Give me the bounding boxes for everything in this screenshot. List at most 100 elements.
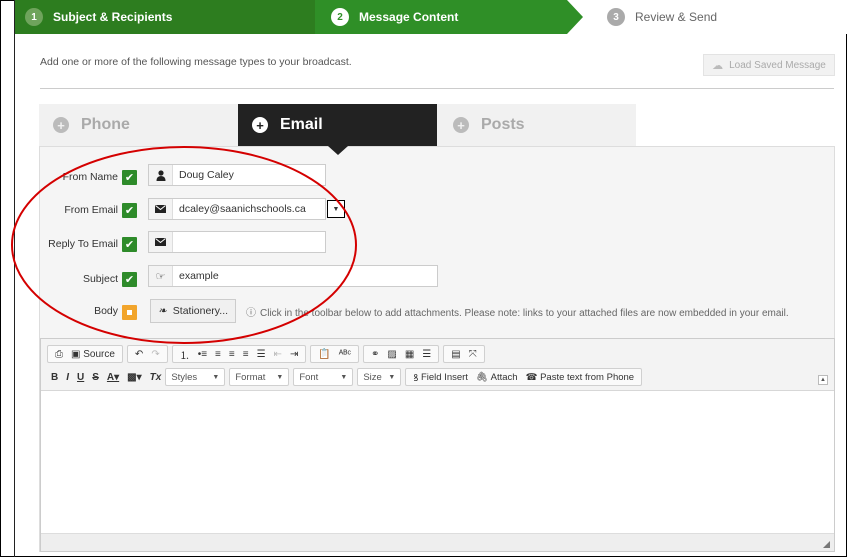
from-name-field[interactable]: Doug Caley	[148, 164, 326, 186]
chevron-down-icon: ▼	[276, 373, 284, 381]
collapse-toolbar-icon[interactable]: ▲	[818, 375, 828, 385]
leaf-icon: ❧	[157, 305, 167, 317]
field-insert-button[interactable]: ꝸ Field Insert	[409, 369, 472, 385]
from-name-check-icon: ✔	[122, 170, 137, 185]
user-icon	[149, 165, 173, 185]
size-dropdown[interactable]: Size ▼	[357, 368, 402, 386]
justify-icon[interactable]: ☰	[253, 346, 270, 362]
tab-label: Email	[280, 116, 323, 133]
strikethrough-button[interactable]: S	[88, 369, 103, 385]
tab-email[interactable]: + Email	[238, 104, 437, 146]
bold-button[interactable]: B	[47, 369, 62, 385]
underline-button[interactable]: U	[73, 369, 88, 385]
resize-handle-icon[interactable]	[823, 541, 830, 548]
source-icon: ▣	[71, 348, 81, 360]
toolbar-group-history: ↶ ↷	[126, 345, 168, 363]
subject-label: Subject	[82, 273, 118, 285]
chevron-down-icon: ▼	[340, 373, 348, 381]
table-icon[interactable]: ▦	[401, 346, 418, 362]
reply-to-label: Reply To Email	[48, 238, 118, 250]
step-subject-recipients[interactable]: 1 Subject & Recipients	[15, 0, 315, 34]
divider	[40, 88, 834, 89]
undo-icon[interactable]: ↶	[131, 346, 147, 362]
tab-label: Posts	[481, 116, 525, 133]
numbered-list-icon[interactable]: ⒈	[176, 346, 194, 362]
text-color-button[interactable]: A▾	[103, 369, 123, 385]
attach-button[interactable]: 🖇 Attach	[472, 369, 522, 385]
tab-phone[interactable]: + Phone	[39, 104, 238, 146]
spellcheck-icon[interactable]: ᴬᴮᶜ	[335, 346, 355, 362]
toolbar-row-1: ⎙ ▣ Source ↶ ↷ ⒈ •≡ ≡ ≡ ≡ ☰ ⇤ ⇥ 📋 ᴬᴮᶜ ⚭ …	[47, 344, 489, 364]
background-color-button[interactable]: ▩▾	[123, 369, 145, 385]
paste-from-phone-label: Paste text from Phone	[540, 371, 635, 383]
format-label: Format	[235, 371, 266, 383]
from-email-dropdown-button[interactable]: ▼	[327, 200, 345, 218]
step-message-content[interactable]: 2 Message Content	[315, 0, 567, 34]
step-arrow	[299, 0, 315, 34]
phone-icon: ☎	[525, 371, 538, 383]
source-label: Source	[83, 348, 115, 360]
from-email-label: From Email	[64, 204, 118, 216]
align-right-icon[interactable]: ≡	[239, 346, 253, 362]
attachment-note: ⓘ Click in the toolbar below to add attac…	[246, 304, 789, 319]
toolbar-group-custom: ꝸ Field Insert 🖇 Attach ☎ Paste text fro…	[405, 368, 643, 386]
attach-label: Attach	[490, 371, 518, 383]
print-icon[interactable]: ⎙	[51, 346, 67, 362]
redo-icon[interactable]: ↷	[147, 346, 163, 362]
editor-toolbar: ⎙ ▣ Source ↶ ↷ ⒈ •≡ ≡ ≡ ≡ ☰ ⇤ ⇥ 📋 ᴬᴮᶜ ⚭ …	[41, 339, 834, 391]
styles-dropdown[interactable]: Styles ▼	[165, 368, 226, 386]
bulleted-list-icon[interactable]: •≡	[194, 346, 211, 362]
show-blocks-icon[interactable]: ▤	[447, 346, 464, 362]
step-review-send[interactable]: 3 Review & Send	[583, 0, 847, 34]
subject-check-icon: ✔	[122, 272, 137, 287]
tab-label: Phone	[81, 116, 130, 133]
chevron-down-icon: ▼	[388, 373, 396, 381]
paste-from-phone-button[interactable]: ☎ Paste text from Phone	[522, 369, 638, 385]
from-email-row: From Email	[40, 199, 118, 221]
indent-icon[interactable]: ⇥	[286, 346, 302, 362]
subject-field[interactable]: ☞ example	[148, 265, 438, 287]
from-email-field[interactable]: dcaley@saanichschools.ca	[148, 198, 326, 220]
load-saved-message-button[interactable]: ☁ Load Saved Message	[703, 54, 835, 76]
from-email-value: dcaley@saanichschools.ca	[179, 203, 306, 215]
cloud-download-icon: ☁	[712, 59, 724, 72]
link-icon[interactable]: ⚭	[367, 346, 383, 362]
outdent-icon[interactable]: ⇤	[270, 346, 286, 362]
italic-button[interactable]: I	[62, 369, 73, 385]
remove-format-button[interactable]: Tx	[146, 369, 166, 385]
step-label: Review & Send	[635, 10, 718, 24]
from-name-row: From Name	[40, 166, 118, 188]
toolbar-group-insert: ⚭ ▨ ▦ ☰	[363, 345, 440, 363]
body-pending-icon	[122, 305, 137, 320]
tab-posts[interactable]: + Posts	[437, 104, 636, 146]
rich-text-editor[interactable]: ⎙ ▣ Source ↶ ↷ ⒈ •≡ ≡ ≡ ≡ ☰ ⇤ ⇥ 📋 ᴬᴮᶜ ⚭ …	[40, 338, 835, 552]
left-border-line	[14, 0, 15, 557]
size-label: Size	[363, 371, 382, 383]
source-button[interactable]: ▣ Source	[67, 346, 119, 362]
envelope-icon	[149, 232, 173, 252]
toolbar-group-paragraph: ⒈ •≡ ≡ ≡ ≡ ☰ ⇤ ⇥	[171, 345, 307, 363]
attachment-note-text: Click in the toolbar below to add attach…	[260, 308, 789, 319]
format-dropdown[interactable]: Format ▼	[229, 368, 290, 386]
hand-point-icon: ☞	[149, 266, 173, 286]
paperclip-icon: 🖇	[475, 371, 489, 383]
active-tab-caret	[328, 146, 348, 155]
reply-to-field[interactable]	[148, 231, 326, 253]
maximize-icon[interactable]: ⤧	[465, 346, 481, 362]
align-center-icon[interactable]: ≡	[225, 346, 239, 362]
chevron-down-icon: ▼	[212, 373, 220, 381]
step-number: 1	[25, 8, 43, 26]
toolbar-group-clipboard: 📋 ᴬᴮᶜ	[310, 345, 359, 363]
wizard-steps: 1 Subject & Recipients 2 Message Content…	[15, 0, 847, 34]
font-dropdown[interactable]: Font ▼	[293, 368, 354, 386]
styles-label: Styles	[171, 371, 198, 383]
paste-icon[interactable]: 📋	[314, 346, 334, 362]
from-name-label: From Name	[62, 171, 118, 183]
align-left-icon[interactable]: ≡	[211, 346, 225, 362]
image-icon[interactable]: ▨	[383, 346, 400, 362]
step-label: Subject & Recipients	[53, 10, 173, 24]
horizontal-rule-icon[interactable]: ☰	[418, 346, 435, 362]
stationery-button[interactable]: ❧ Stationery...	[150, 299, 236, 323]
plus-circle-icon: +	[252, 117, 268, 133]
toolbar-group-view: ▤ ⤧	[443, 345, 485, 363]
